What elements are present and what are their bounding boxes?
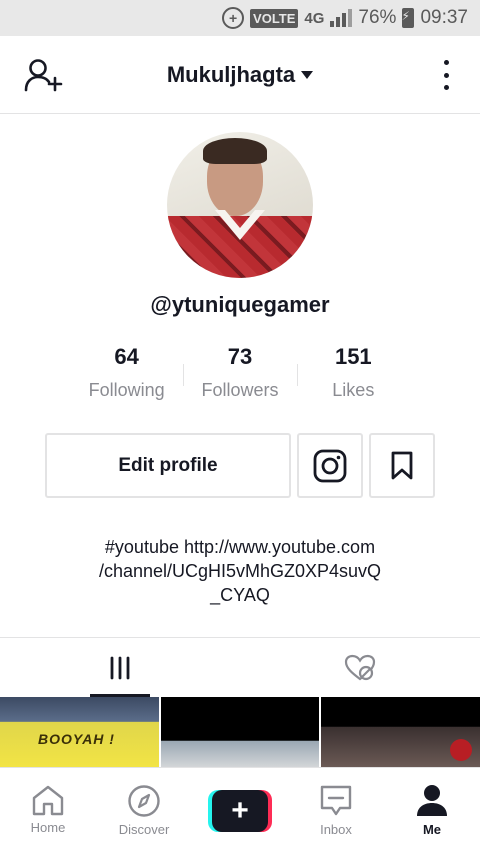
bio-line: _CYAQ <box>210 585 270 605</box>
favorites-button[interactable] <box>369 433 435 498</box>
instagram-icon <box>313 449 347 482</box>
video-grid: BOOYAH ! <box>0 697 480 767</box>
nav-me-label: Me <box>422 822 442 837</box>
clock: 09:37 <box>420 7 468 28</box>
account-switcher[interactable]: Mukuljhagta <box>166 61 314 88</box>
add-user-icon[interactable] <box>24 58 64 94</box>
bio-line: #youtube http://www.youtube.com <box>104 537 376 557</box>
nav-home[interactable]: Home <box>0 768 96 854</box>
followers-label: Followers <box>201 380 279 400</box>
nav-discover[interactable]: Discover <box>96 768 192 854</box>
likes-count: 151 <box>334 344 372 369</box>
battery-icon <box>401 8 415 28</box>
header-username: Mukuljhagta <box>166 61 296 87</box>
avatar[interactable] <box>167 132 313 278</box>
thumbnail-caption: BOOYAH ! <box>38 731 115 747</box>
stat-likes[interactable]: 151 Likes <box>296 344 410 408</box>
profile-stats: 64 Following 73 Followers 151 Likes <box>70 344 410 408</box>
profile-handle: @ytuniquegamer <box>150 292 330 317</box>
followers-count: 73 <box>227 344 253 369</box>
profile-tabs <box>0 637 480 697</box>
bookmark-icon <box>391 451 413 479</box>
chevron-down-icon <box>301 70 314 79</box>
nav-home-label: Home <box>30 820 66 835</box>
profile-bio[interactable]: #youtube http://www.youtube.com /channel… <box>0 535 480 607</box>
status-bar: + VOLTE 4G 76% 09:37 <box>0 0 480 36</box>
nav-discover-label: Discover <box>118 822 170 837</box>
video-thumbnail[interactable] <box>160 697 320 767</box>
grid-icon <box>110 656 130 679</box>
inbox-icon <box>320 785 352 816</box>
create-button[interactable]: + <box>208 790 272 832</box>
thumbnail-rose <box>450 739 473 761</box>
likes-label: Likes <box>332 380 375 400</box>
network-type: 4G <box>304 9 325 27</box>
data-saver-icon: + <box>222 7 245 29</box>
following-label: Following <box>88 380 165 400</box>
more-options-icon[interactable] <box>442 60 450 90</box>
signal-icon <box>330 9 353 27</box>
video-thumbnail[interactable] <box>321 697 480 767</box>
home-icon <box>32 785 64 816</box>
following-count: 64 <box>114 344 139 369</box>
battery-level: 76% <box>358 7 397 28</box>
tab-videos[interactable] <box>0 638 240 697</box>
profile-header: Mukuljhagta <box>0 36 480 114</box>
nav-inbox[interactable]: Inbox <box>288 768 384 854</box>
tab-liked[interactable] <box>240 638 480 697</box>
profile-icon <box>417 785 447 816</box>
bio-line: /channel/UCgHI5vMhGZ0XP4suvQ <box>98 561 382 581</box>
instagram-button[interactable] <box>297 433 363 498</box>
bottom-navigation: Home Discover + Inbox Me <box>0 767 480 854</box>
stat-followers[interactable]: 73 Followers <box>183 344 296 408</box>
compass-icon <box>128 785 160 817</box>
stat-following[interactable]: 64 Following <box>70 344 183 408</box>
video-thumbnail[interactable]: BOOYAH ! <box>0 697 159 767</box>
nav-create[interactable]: + <box>192 768 288 854</box>
plus-icon: + <box>212 790 268 832</box>
liked-hidden-icon <box>344 654 376 680</box>
nav-me[interactable]: Me <box>384 768 480 854</box>
edit-profile-button[interactable]: Edit profile <box>45 433 291 498</box>
volte-badge: VOLTE <box>250 8 299 28</box>
nav-inbox-label: Inbox <box>320 822 352 837</box>
